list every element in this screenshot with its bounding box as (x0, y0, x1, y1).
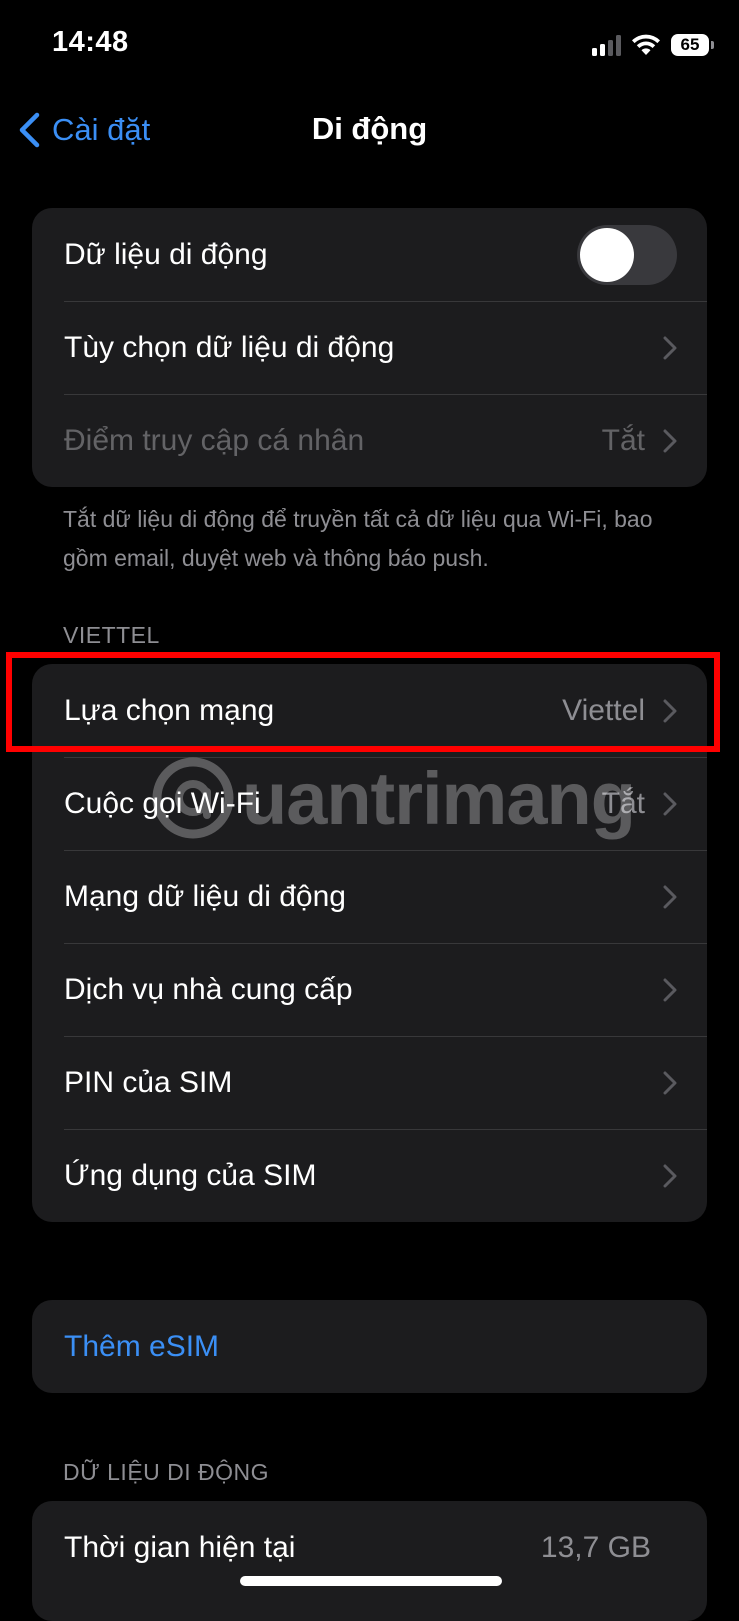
wifi-calling-row[interactable]: Cuộc gọi Wi-Fi Tắt (32, 757, 707, 850)
page-title: Di động (311, 111, 428, 146)
personal-hotspot-row[interactable]: Điểm truy cập cá nhân Tắt (32, 394, 707, 487)
current-period-label: Thời gian hiện tại (64, 1530, 296, 1564)
sim-applications-label: Ứng dụng của SIM (64, 1158, 317, 1192)
cellular-data-network-label: Mạng dữ liệu di động (64, 879, 346, 913)
add-esim-row[interactable]: Thêm eSIM (32, 1300, 707, 1393)
battery-icon: 65 (671, 34, 714, 56)
navigation-bar: Cài đặt Di động (0, 92, 739, 172)
sim-pin-label: PIN của SIM (64, 1065, 233, 1099)
highlight-box (6, 652, 720, 752)
current-period-value: 13,7 GB (540, 1530, 651, 1564)
cellular-data-options-label: Tùy chọn dữ liệu di động (64, 330, 395, 364)
cellular-data-toggle[interactable] (577, 224, 677, 285)
chevron-right-icon (663, 336, 677, 359)
sim-pin-row[interactable]: PIN của SIM (32, 1036, 707, 1129)
cellular-data-label: Dữ liệu di động (64, 237, 268, 271)
status-bar: 14:48 65 (0, 0, 739, 92)
cellular-data-network-row[interactable]: Mạng dữ liệu di động (32, 850, 707, 943)
status-icons: 65 (592, 32, 714, 58)
personal-hotspot-label: Điểm truy cập cá nhân (64, 423, 365, 457)
wifi-icon (632, 34, 660, 55)
carrier-services-label: Dịch vụ nhà cung cấp (64, 972, 353, 1006)
chevron-right-icon (663, 429, 677, 452)
chevron-right-icon (663, 792, 677, 815)
esim-group: Thêm eSIM (32, 1300, 707, 1393)
toggle-knob (580, 227, 634, 282)
cellular-data-group: Dữ liệu di động Tùy chọn dữ liệu di động… (32, 208, 707, 487)
add-esim-button[interactable]: Thêm eSIM (64, 1330, 677, 1364)
status-time: 14:48 (52, 26, 129, 58)
carrier-section-header: VIETTEL (63, 622, 160, 648)
cellular-data-row: Dữ liệu di động (32, 208, 707, 301)
cellular-data-footnote: Tắt dữ liệu di động để truyền tất cả dữ … (63, 506, 653, 571)
usage-section-header: DỮ LIỆU DI ĐỘNG (63, 1459, 270, 1485)
wifi-calling-label: Cuộc gọi Wi-Fi (64, 786, 261, 820)
home-indicator[interactable] (240, 1576, 502, 1586)
sim-applications-row[interactable]: Ứng dụng của SIM (32, 1129, 707, 1222)
chevron-right-icon (663, 885, 677, 908)
personal-hotspot-value: Tắt (601, 423, 645, 457)
usage-group: Thời gian hiện tại 13,7 GB (32, 1501, 707, 1621)
cellular-data-options-row[interactable]: Tùy chọn dữ liệu di động (32, 301, 707, 394)
chevron-right-icon (663, 1164, 677, 1187)
chevron-right-icon (663, 1071, 677, 1094)
cellular-signal-icon (592, 34, 621, 56)
carrier-services-row[interactable]: Dịch vụ nhà cung cấp (32, 943, 707, 1036)
chevron-right-icon (663, 978, 677, 1001)
wifi-calling-value: Tắt (601, 786, 645, 820)
battery-level: 65 (680, 35, 700, 54)
